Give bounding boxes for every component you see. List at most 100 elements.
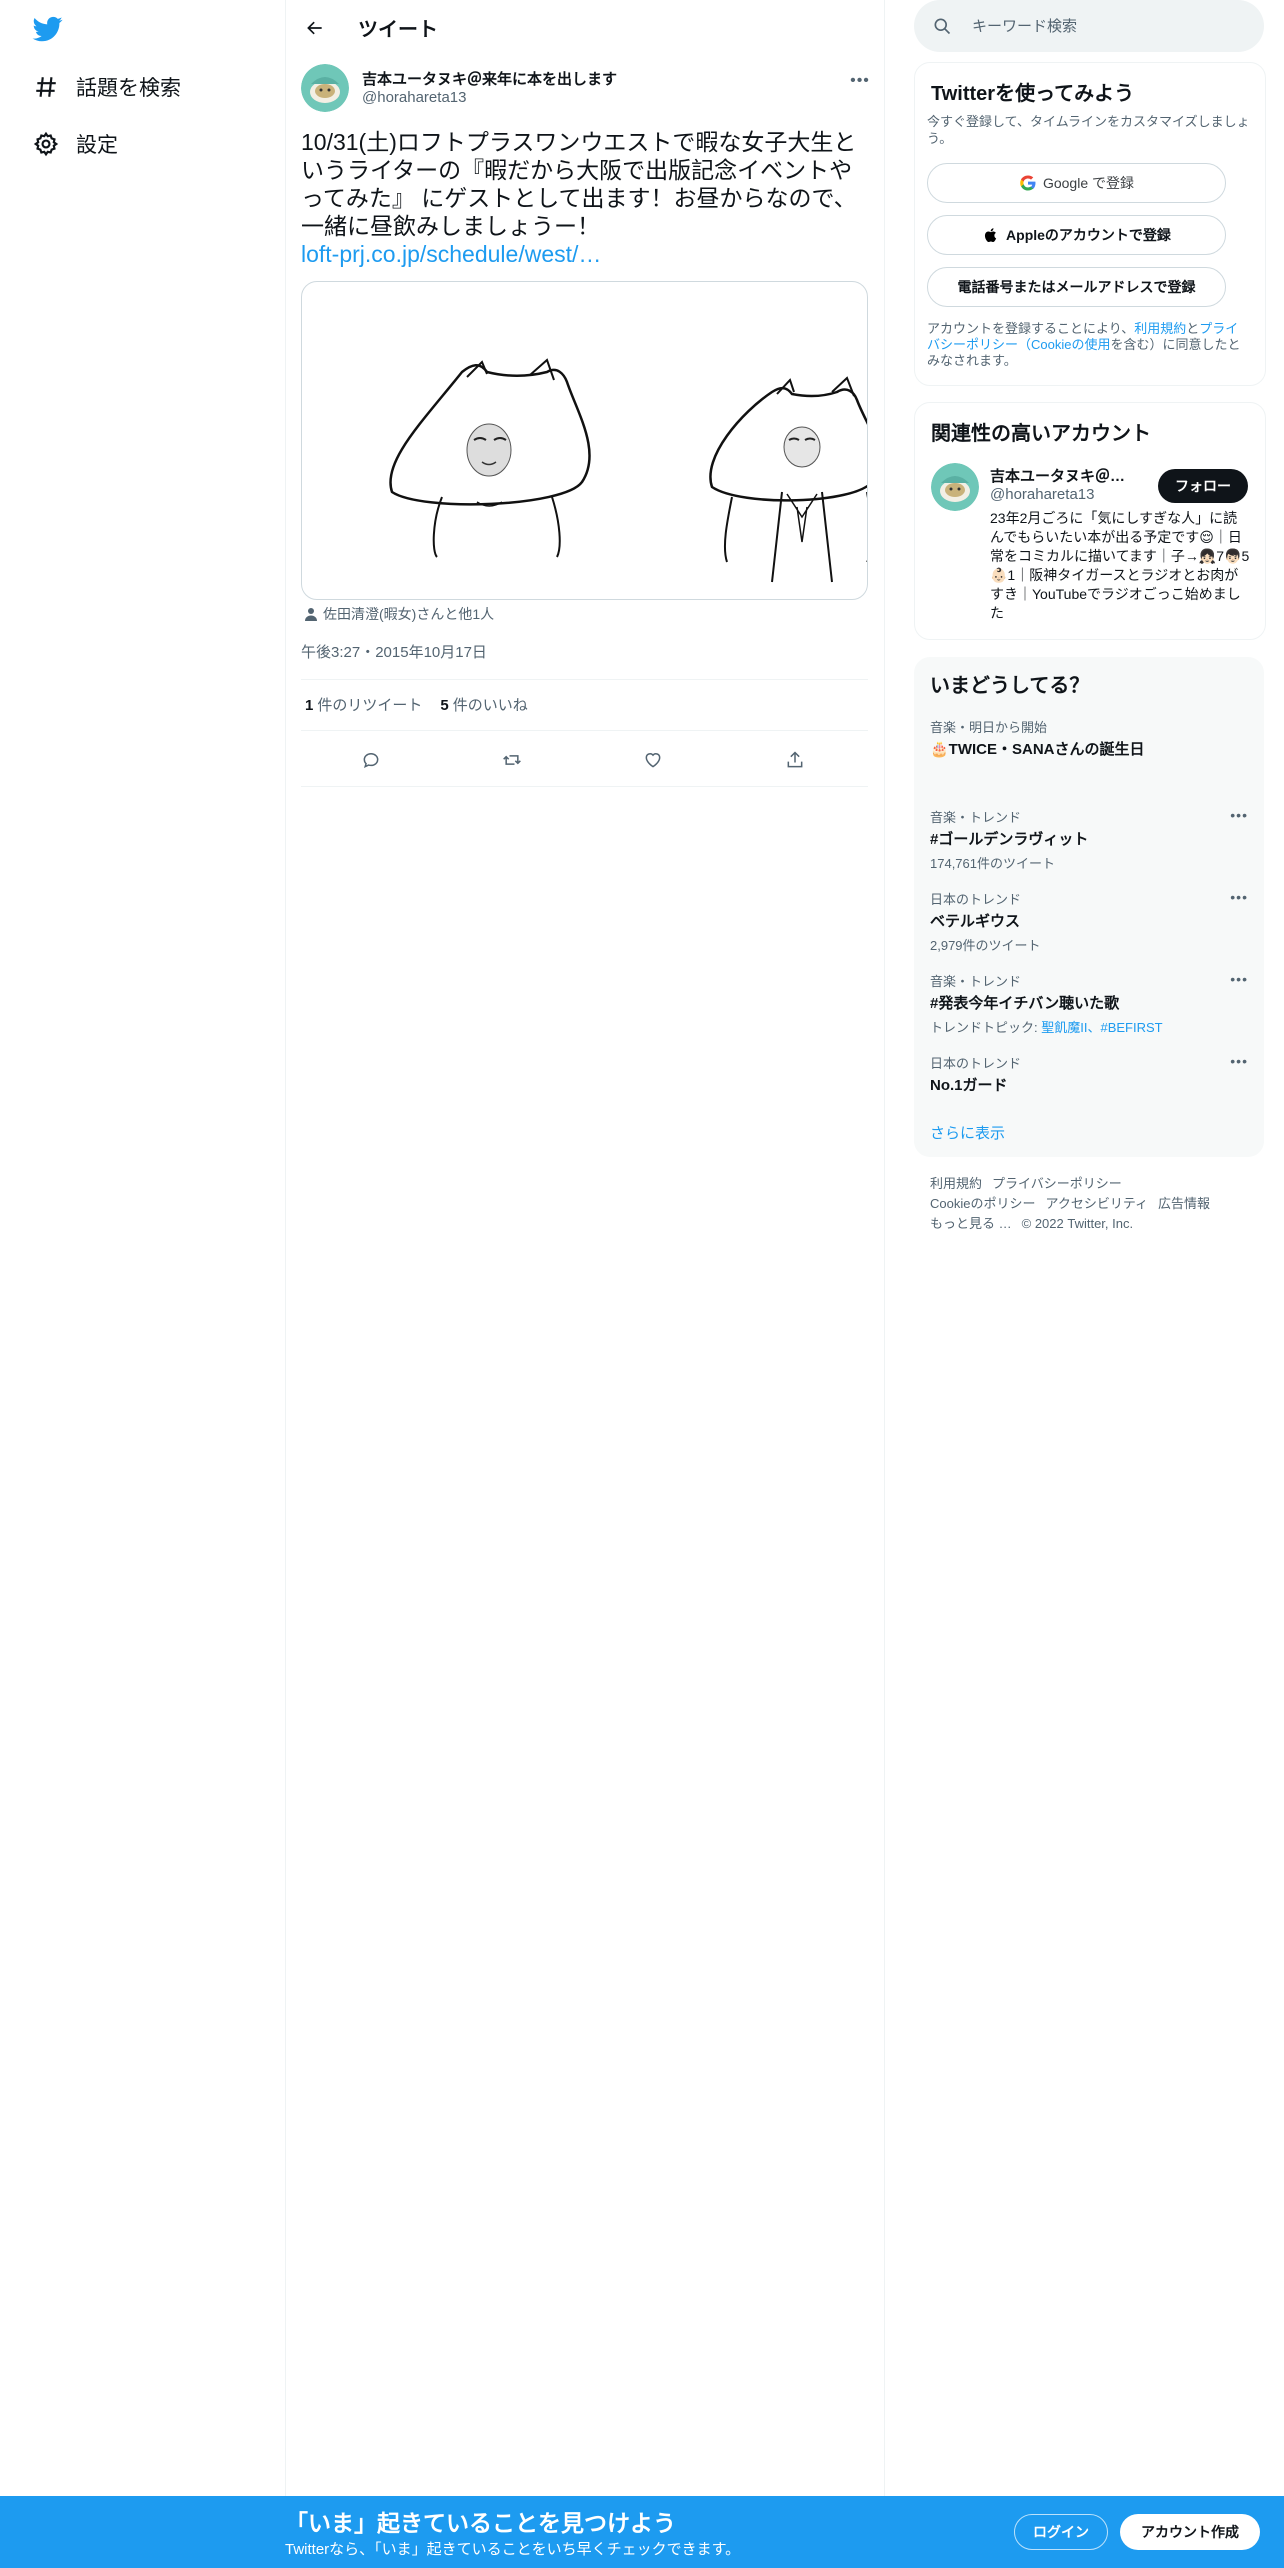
retweet-button[interactable] bbox=[496, 744, 528, 776]
page-title: ツイート bbox=[358, 19, 438, 41]
signup-subtitle: 今すぐ登録して、タイムラインをカスタマイズしましょう。 bbox=[927, 114, 1250, 146]
trend-count: 174,761件のツイート bbox=[930, 856, 1055, 871]
related-title: 関連性の高いアカウント bbox=[931, 423, 1151, 445]
footer-terms[interactable]: 利用規約 bbox=[930, 1176, 982, 1191]
signup-legal: アカウントを登録することにより、利用規約とプライバシーポリシー（Cookieの使… bbox=[927, 321, 1247, 369]
trend-count: 2,979件のツイート bbox=[930, 938, 1041, 953]
search-icon bbox=[934, 18, 951, 35]
heart-icon bbox=[645, 753, 661, 768]
trend-meta: 音楽・トレンド bbox=[930, 810, 1022, 825]
like-button[interactable] bbox=[637, 744, 669, 776]
retweets-count: 1 bbox=[305, 697, 314, 714]
login-button[interactable]: ログイン bbox=[1014, 2514, 1108, 2550]
tagged-users[interactable]: 佐田清澄(暇女)さんと他1人 bbox=[303, 604, 494, 624]
tagged-users-text: 佐田清澄(暇女)さんと他1人 bbox=[323, 606, 495, 622]
google-signup-button[interactable]: Google で登録 bbox=[927, 163, 1226, 203]
arrow-left-icon bbox=[307, 21, 322, 35]
cat-illustration bbox=[389, 358, 867, 583]
trend-name: #発表今年イチバン聴いた歌 bbox=[930, 995, 1120, 1012]
retweets-stat[interactable]: 1 件のリツイート bbox=[305, 694, 422, 715]
bottom-signup-banner: 「いま」起きていることを見つけよう Twitterなら、「いま」起きていることを… bbox=[0, 2496, 1284, 2568]
author-avatar[interactable] bbox=[301, 64, 349, 112]
ellipsis-icon[interactable]: ••• bbox=[1230, 889, 1248, 905]
apple-icon bbox=[985, 228, 997, 242]
gear-icon bbox=[30, 128, 62, 160]
trend-meta: 日本のトレンド bbox=[930, 1056, 1022, 1071]
nav-item-settings[interactable]: 設定 bbox=[30, 124, 118, 164]
tweet-link[interactable]: loft-prj.co.jp/schedule/west/… bbox=[301, 240, 871, 268]
trend-name: 🎂TWICE・SANAさんの誕生日 bbox=[930, 741, 1145, 758]
ellipsis-icon: ••• bbox=[850, 72, 870, 89]
author-handle[interactable]: @horahareta13 bbox=[362, 89, 466, 106]
google-signup-label: Google で登録 bbox=[1042, 175, 1135, 191]
trend-topic-prefix: トレンドトピック: bbox=[930, 1020, 1042, 1035]
footer-more[interactable]: もっと見る … bbox=[930, 1216, 1012, 1231]
twitter-bird-icon[interactable] bbox=[31, 14, 65, 44]
signup-title: Twitterを使ってみよう bbox=[931, 83, 1135, 105]
banner-title: 「いま」起きていることを見つけよう bbox=[285, 2510, 676, 2536]
create-account-button[interactable]: アカウント作成 bbox=[1120, 2514, 1260, 2550]
trend-meta: 日本のトレンド bbox=[930, 892, 1022, 907]
signup-card: Twitterを使ってみよう 今すぐ登録して、タイムラインをカスタマイズしましょ… bbox=[914, 62, 1266, 386]
related-bio: 23年2月ごろに「気にしすぎな人」に読んでもらいたい本が出る予定です😌｜日常をコ… bbox=[990, 510, 1250, 621]
show-more-link[interactable]: さらに表示 bbox=[930, 1122, 1005, 1143]
banner-subtitle: Twitterなら、「いま」起きていることをいち早くチェックできます。 bbox=[285, 2541, 741, 2558]
nav-item-explore[interactable]: 話題を検索 bbox=[30, 67, 181, 107]
tweet-stats: 1 件のリツイート 5 件のいいね bbox=[305, 694, 546, 715]
person-icon bbox=[305, 608, 317, 621]
tweet-image[interactable] bbox=[301, 281, 868, 600]
apple-signup-button[interactable]: Appleのアカウントで登録 bbox=[927, 215, 1226, 255]
terms-link[interactable]: 利用規約 bbox=[1134, 321, 1186, 336]
trend-topic-links[interactable]: 聖飢魔II、#BEFIRST bbox=[1041, 1020, 1162, 1035]
related-accounts-card: 関連性の高いアカウント 吉本ユータヌキ＠来年に本を出します @horaharet… bbox=[914, 402, 1266, 640]
trends-card: いまどうしてる？ 音楽・明日から開始 🎂TWICE・SANAさんの誕生日 音楽・… bbox=[914, 657, 1264, 1157]
related-name[interactable]: 吉本ユータヌキ＠来年に本を出します bbox=[990, 465, 1140, 486]
reply-button[interactable] bbox=[355, 744, 387, 776]
tweet-body: 10/31(土)ロフトプラスワンウエストで暇な女子大生というライターの『暇だから… bbox=[301, 129, 857, 239]
main-column: ツイート 吉本ユータヌキ＠来年に本を出します @horahareta13 •••… bbox=[285, 0, 885, 2496]
share-button[interactable] bbox=[779, 744, 811, 776]
search-bar[interactable] bbox=[914, 0, 1264, 52]
left-navigation: 話題を検索 設定 bbox=[0, 0, 286, 2496]
back-button[interactable] bbox=[299, 12, 331, 44]
share-icon bbox=[787, 751, 803, 768]
ellipsis-icon[interactable]: ••• bbox=[1230, 1053, 1248, 1069]
ellipsis-icon[interactable]: ••• bbox=[1230, 807, 1248, 823]
footer-cookie[interactable]: Cookieのポリシー bbox=[930, 1196, 1035, 1211]
more-options-button[interactable]: ••• bbox=[845, 66, 875, 96]
tweet-timestamp[interactable]: 午後3:27・2015年10月17日 bbox=[301, 641, 487, 662]
trend-item[interactable]: 日本のトレンド No.1ガード ••• bbox=[930, 1053, 1248, 1095]
footer-ads[interactable]: 広告情報 bbox=[1158, 1196, 1210, 1211]
trend-count: トレンドトピック: 聖飢魔II、#BEFIRST bbox=[930, 1017, 1248, 1036]
related-avatar[interactable] bbox=[931, 463, 979, 511]
divider bbox=[301, 786, 868, 787]
footer-privacy[interactable]: プライバシーポリシー bbox=[992, 1176, 1122, 1191]
phone-email-signup-button[interactable]: 電話番号またはメールアドレスで登録 bbox=[927, 267, 1226, 307]
nav-item-label: 設定 bbox=[76, 134, 118, 157]
likes-label: 件のいいね bbox=[452, 697, 528, 714]
google-icon bbox=[1020, 175, 1036, 191]
related-handle[interactable]: @horahareta13 bbox=[990, 486, 1094, 503]
reply-icon bbox=[363, 752, 379, 769]
trend-item[interactable]: 音楽・トレンド #ゴールデンラヴィット 174,761件のツイート ••• bbox=[930, 807, 1248, 872]
follow-button[interactable]: フォロー bbox=[1158, 469, 1248, 503]
trend-item[interactable]: 日本のトレンド ベテルギウス 2,979件のツイート ••• bbox=[930, 889, 1248, 954]
author-name[interactable]: 吉本ユータヌキ＠来年に本を出します bbox=[362, 68, 617, 89]
phone-email-signup-label: 電話番号またはメールアドレスで登録 bbox=[957, 279, 1196, 295]
trends-title: いまどうしてる？ bbox=[930, 675, 1090, 697]
nav-item-label: 話題を検索 bbox=[76, 77, 181, 100]
trend-meta: 音楽・明日から開始 bbox=[930, 720, 1048, 735]
retweets-label: 件のリツイート bbox=[317, 697, 423, 714]
trend-item[interactable]: 音楽・明日から開始 🎂TWICE・SANAさんの誕生日 bbox=[930, 717, 1248, 759]
search-input[interactable] bbox=[970, 16, 1234, 36]
ellipsis-icon[interactable]: ••• bbox=[1230, 971, 1248, 987]
trend-name: #ゴールデンラヴィット bbox=[930, 831, 1089, 848]
likes-stat[interactable]: 5 件のいいね bbox=[440, 694, 527, 715]
footer-accessibility[interactable]: アクセシビリティ bbox=[1045, 1196, 1148, 1211]
hashtag-icon bbox=[30, 71, 62, 103]
trend-name: ベテルギウス bbox=[930, 913, 1021, 930]
footer-links: 利用規約 プライバシーポリシー Cookieのポリシー アクセシビリティ 広告情報 も… bbox=[930, 1174, 1250, 1234]
trend-item[interactable]: 音楽・トレンド #発表今年イチバン聴いた歌 トレンドトピック: 聖飢魔II、#B… bbox=[930, 971, 1248, 1036]
legal-and: と bbox=[1186, 321, 1200, 336]
page-header: ツイート bbox=[285, 0, 884, 54]
